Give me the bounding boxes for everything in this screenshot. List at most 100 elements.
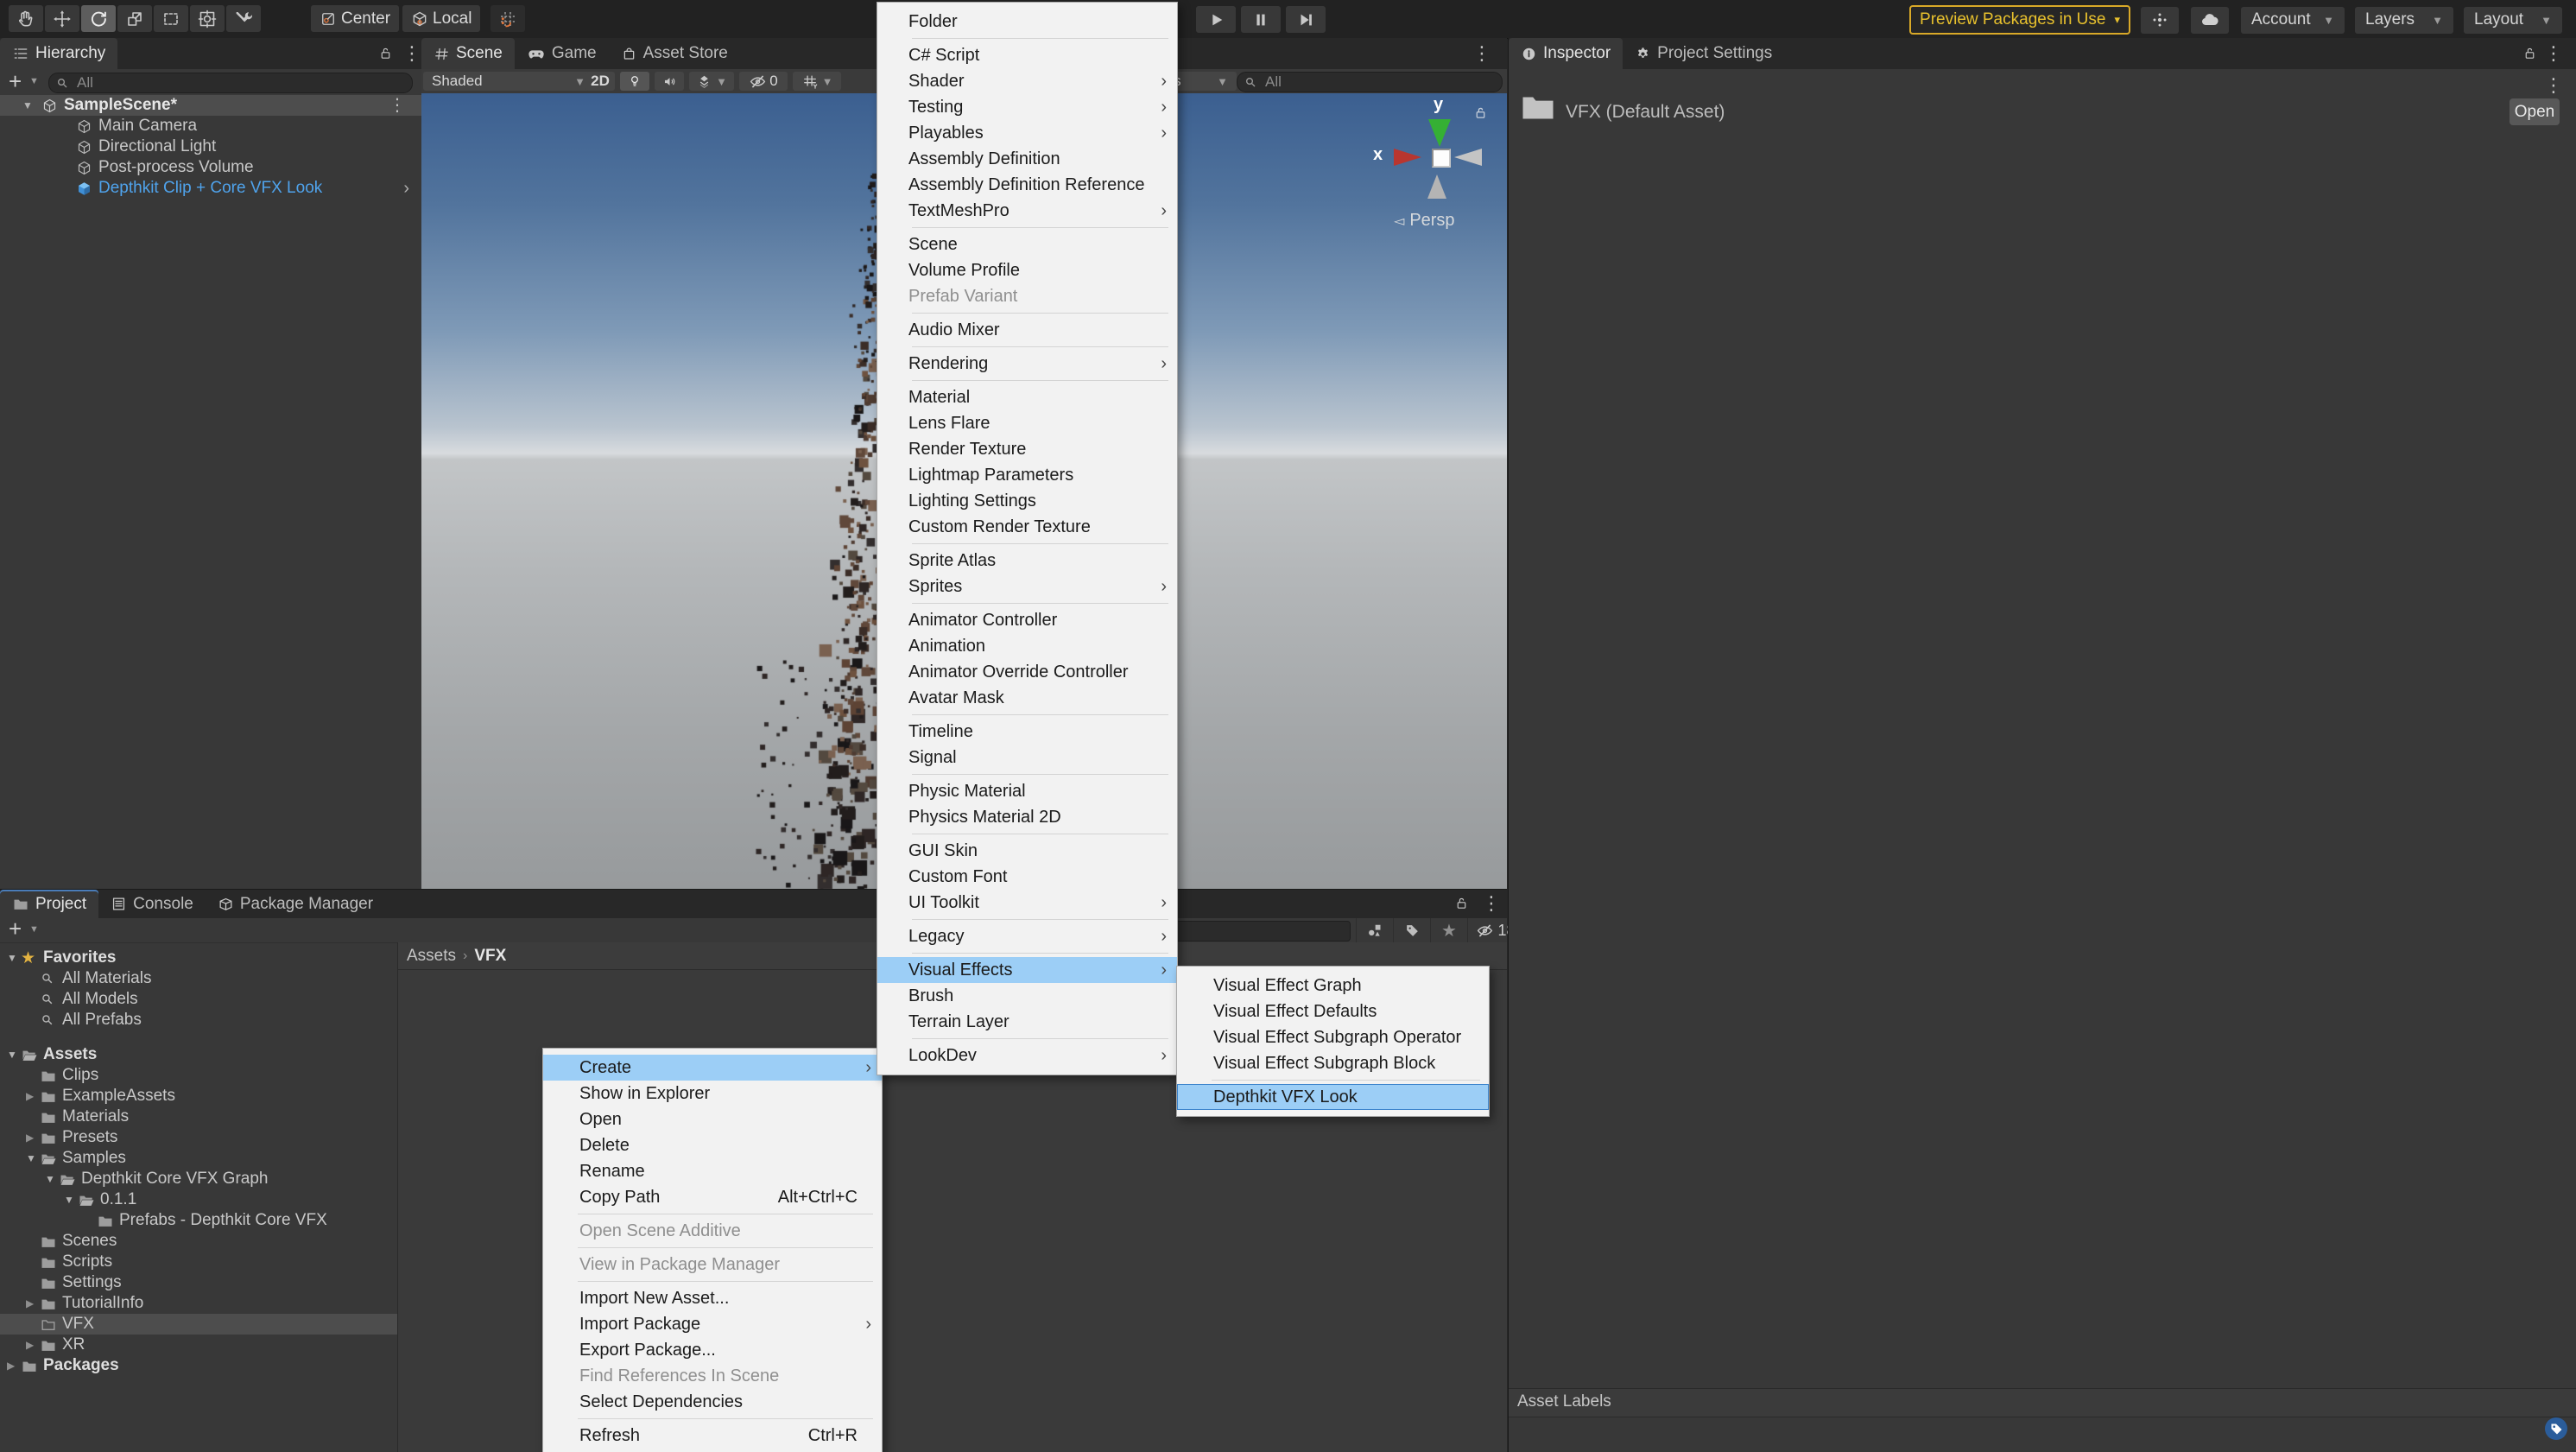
foldout-arrow-icon[interactable]: ▼	[7, 948, 17, 968]
tab-game[interactable]: Game	[515, 38, 609, 69]
context-menu-item-copy-path[interactable]: Copy PathAlt+Ctrl+C	[543, 1184, 882, 1210]
add-asset-button[interactable]: +	[9, 916, 22, 942]
foldout-arrow-icon[interactable]: ▼	[64, 1189, 74, 1210]
panel-menu-icon[interactable]: ⋮	[1472, 44, 1491, 63]
context-menu-item-import-package[interactable]: Import Package›	[543, 1311, 882, 1337]
create-menu-item-lightmap-parameters[interactable]: Lightmap Parameters	[877, 462, 1177, 488]
preview-packages-button[interactable]: Preview Packages in Use ▾	[1909, 5, 2130, 35]
context-menu-item-rename[interactable]: Rename	[543, 1158, 882, 1184]
create-menu-item-animator-override-controller[interactable]: Animator Override Controller	[877, 659, 1177, 685]
create-menu-item-custom-render-texture[interactable]: Custom Render Texture	[877, 514, 1177, 540]
create-menu-item-audio-mixer[interactable]: Audio Mixer	[877, 317, 1177, 343]
layout-dropdown[interactable]: Layout▼	[2464, 7, 2562, 34]
row-menu-icon[interactable]: ⋮	[389, 95, 406, 116]
rotate-tool[interactable]	[81, 5, 116, 32]
vfx-submenu-item-depthkit-vfx-look[interactable]: Depthkit VFX Look	[1177, 1084, 1489, 1110]
vfx-submenu-item-visual-effect-subgraph-operator[interactable]: Visual Effect Subgraph Operator	[1177, 1024, 1489, 1050]
hidden-objects-button[interactable]: 0	[739, 72, 788, 91]
transform-tool[interactable]	[190, 5, 225, 32]
foldout-arrow-icon[interactable]: ▼	[22, 95, 33, 116]
axis-x-cone[interactable]	[1394, 149, 1421, 166]
create-menu-item-sprite-atlas[interactable]: Sprite Atlas	[877, 548, 1177, 574]
hierarchy-item-directional-light[interactable]: Directional Light	[0, 136, 421, 157]
tab-hierarchy[interactable]: Hierarchy	[0, 38, 117, 69]
context-menu-item-open[interactable]: Open	[543, 1106, 882, 1132]
project-tree-item-materials[interactable]: Materials	[0, 1106, 397, 1127]
panel-menu-icon[interactable]: ⋮	[2544, 44, 2563, 63]
shading-mode-dropdown[interactable]: Shaded ▼	[423, 72, 594, 91]
search-by-label-button[interactable]	[1393, 918, 1430, 942]
layers-dropdown[interactable]: Layers▼	[2355, 7, 2453, 34]
open-asset-button[interactable]: Open	[2510, 98, 2560, 125]
tab-package-manager[interactable]: Package Manager	[206, 890, 385, 918]
lock-icon[interactable]	[378, 46, 393, 60]
audio-toggle[interactable]	[655, 72, 684, 91]
hierarchy-item-post-process-volume[interactable]: Post-process Volume	[0, 157, 421, 178]
context-menu-item-delete[interactable]: Delete	[543, 1132, 882, 1158]
2d-toggle[interactable]: 2D	[585, 72, 615, 91]
create-menu-item-animation[interactable]: Animation	[877, 633, 1177, 659]
create-menu-item-visual-effects[interactable]: Visual Effects›	[877, 957, 1177, 983]
create-menu-item-custom-font[interactable]: Custom Font	[877, 864, 1177, 890]
context-menu-item-view-in-package-manager[interactable]: View in Package Manager	[543, 1252, 882, 1278]
project-tree-item-prefabs-depthkit-core-vfx[interactable]: Prefabs - Depthkit Core VFX	[0, 1210, 397, 1231]
step-button[interactable]	[1286, 6, 1326, 33]
context-menu-item-show-in-explorer[interactable]: Show in Explorer	[543, 1081, 882, 1106]
create-menu-item-textmeshpro[interactable]: TextMeshPro›	[877, 198, 1177, 224]
breadcrumb-current[interactable]: VFX	[474, 947, 506, 966]
context-menu-item-find-references-in-scene[interactable]: Find References In Scene	[543, 1363, 882, 1389]
custom-tools[interactable]	[226, 5, 261, 32]
pause-button[interactable]	[1241, 6, 1281, 33]
context-menu-item-import-new-asset[interactable]: Import New Asset...	[543, 1285, 882, 1311]
foldout-arrow-icon[interactable]: ▶	[26, 1086, 34, 1106]
scale-tool[interactable]	[117, 5, 152, 32]
create-menu-item-animator-controller[interactable]: Animator Controller	[877, 607, 1177, 633]
foldout-arrow-icon[interactable]: ▼	[45, 1169, 55, 1189]
create-menu-item-avatar-mask[interactable]: Avatar Mask	[877, 685, 1177, 711]
project-tree-item-tutorialinfo[interactable]: ▶TutorialInfo	[0, 1293, 397, 1314]
project-tree-item-all-materials[interactable]: All Materials	[0, 968, 397, 989]
move-tool[interactable]	[45, 5, 79, 32]
foldout-arrow-icon[interactable]: ▶	[26, 1293, 34, 1314]
project-tree-item-depthkit-core-vfx-graph[interactable]: ▼Depthkit Core VFX Graph	[0, 1169, 397, 1189]
context-menu-item-open-scene-additive[interactable]: Open Scene Additive	[543, 1218, 882, 1244]
account-dropdown[interactable]: Account▼	[2241, 7, 2345, 34]
create-menu-item-signal[interactable]: Signal	[877, 745, 1177, 770]
project-tree-item-0-1-1[interactable]: ▼0.1.1	[0, 1189, 397, 1210]
asset-labels-bar[interactable]: Asset Labels	[1509, 1388, 2576, 1417]
asset-label-picker-icon[interactable]	[2544, 1417, 2568, 1441]
tab-scene[interactable]: Scene	[421, 38, 515, 69]
scene-search-input[interactable]	[1263, 73, 1495, 92]
foldout-arrow-icon[interactable]: ▶	[26, 1335, 34, 1355]
create-menu-item-volume-profile[interactable]: Volume Profile	[877, 257, 1177, 283]
debug-button[interactable]	[2141, 7, 2179, 34]
create-menu-item-assembly-definition-reference[interactable]: Assembly Definition Reference	[877, 172, 1177, 198]
project-tree-item-settings[interactable]: Settings	[0, 1272, 397, 1293]
lighting-toggle[interactable]	[620, 72, 649, 91]
create-menu-item-lighting-settings[interactable]: Lighting Settings	[877, 488, 1177, 514]
tab-console[interactable]: Console	[98, 890, 206, 918]
project-tree-item-all-models[interactable]: All Models	[0, 989, 397, 1010]
create-menu-item-assembly-definition[interactable]: Assembly Definition	[877, 146, 1177, 172]
tab-asset-store[interactable]: Asset Store	[609, 38, 740, 69]
project-tree-item-assets[interactable]: ▼Assets	[0, 1044, 397, 1065]
create-menu-item-render-texture[interactable]: Render Texture	[877, 436, 1177, 462]
rect-tool[interactable]	[154, 5, 188, 32]
cloud-button[interactable]	[2191, 7, 2229, 34]
create-menu-item-shader[interactable]: Shader›	[877, 68, 1177, 94]
context-menu-item-select-dependencies[interactable]: Select Dependencies	[543, 1389, 882, 1415]
project-tree-item-packages[interactable]: ▶Packages	[0, 1355, 397, 1376]
vfx-submenu-item-visual-effect-subgraph-block[interactable]: Visual Effect Subgraph Block	[1177, 1050, 1489, 1076]
asset-menu-icon[interactable]: ⋮	[2544, 76, 2563, 95]
vfx-submenu-item-visual-effect-graph[interactable]: Visual Effect Graph	[1177, 973, 1489, 999]
gizmo-cube[interactable]	[1432, 149, 1451, 168]
hand-tool[interactable]	[9, 5, 43, 32]
chevron-right-icon[interactable]: ›	[403, 178, 409, 199]
hierarchy-scene-row[interactable]: ▼SampleScene*⋮	[0, 95, 421, 116]
hierarchy-search-input[interactable]	[75, 73, 405, 92]
project-tree-item-xr[interactable]: ▶XR	[0, 1335, 397, 1355]
lock-icon[interactable]	[2522, 46, 2537, 60]
create-menu-item-legacy[interactable]: Legacy›	[877, 923, 1177, 949]
create-menu-item-brush[interactable]: Brush	[877, 983, 1177, 1009]
create-menu-item-physic-material[interactable]: Physic Material	[877, 778, 1177, 804]
